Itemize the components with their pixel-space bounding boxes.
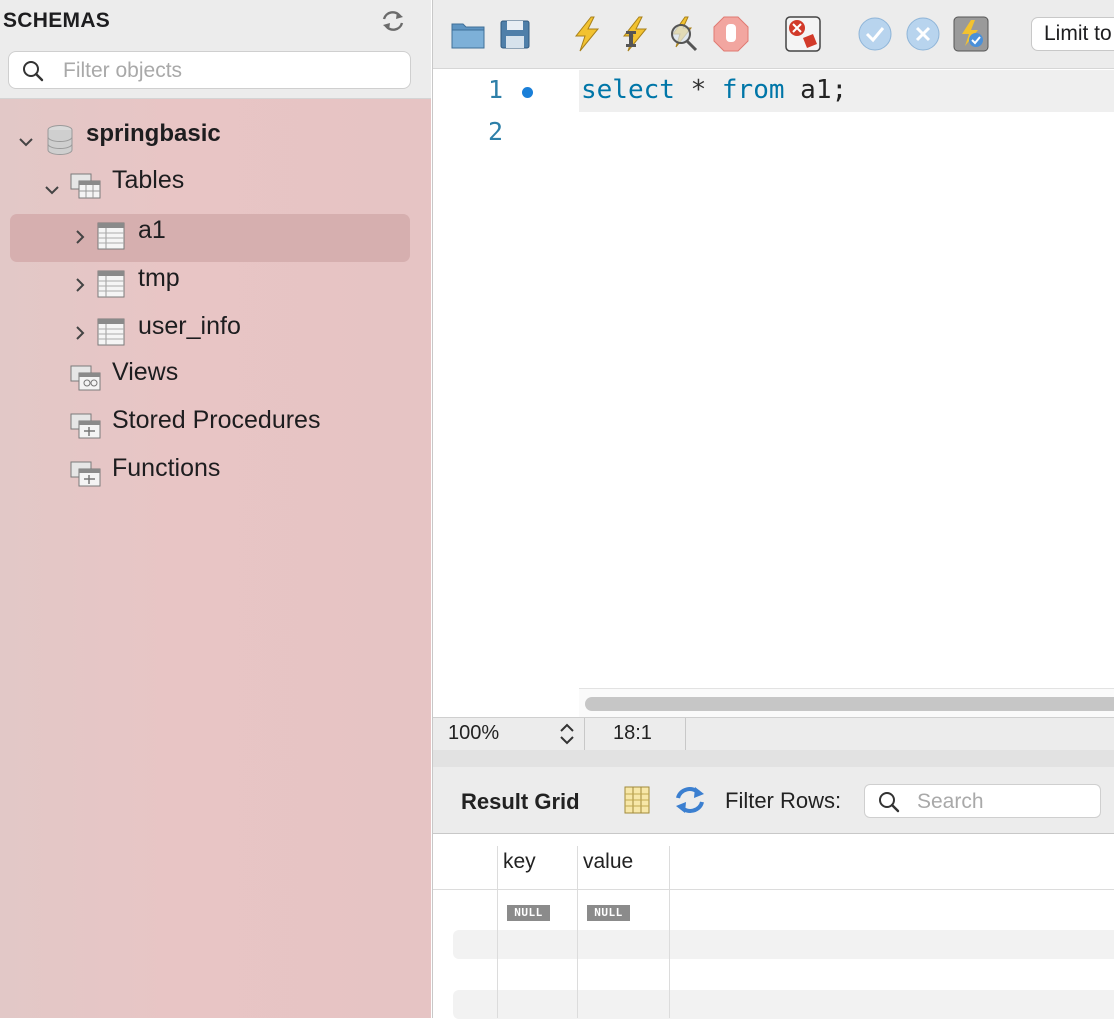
tree-item-functions[interactable]: Functions — [0, 454, 431, 498]
views-label: Views — [112, 358, 179, 386]
column-divider — [669, 846, 670, 890]
line-number: 1 — [488, 75, 504, 104]
chevron-right-icon[interactable] — [74, 277, 86, 293]
filter-objects-input[interactable] — [61, 56, 405, 86]
statement-marker-icon — [522, 87, 533, 98]
autocommit-icon[interactable] — [951, 14, 991, 54]
execute-current-statement-icon[interactable] — [615, 14, 655, 54]
filter-objects-box[interactable] — [8, 51, 411, 89]
cell-key[interactable]: NULL — [507, 905, 550, 921]
functions-folder-icon — [70, 461, 101, 487]
tables-folder-icon — [70, 173, 101, 199]
table-row-stripe — [453, 930, 1114, 959]
sql-keyword: from — [721, 75, 785, 105]
code-line[interactable]: select * from a1; — [581, 75, 847, 105]
search-icon — [23, 61, 44, 82]
sql-identifier: a1; — [800, 75, 848, 105]
sql-keyword: select — [581, 75, 675, 105]
filter-rows-box[interactable] — [864, 784, 1101, 818]
line-number: 2 — [488, 117, 504, 146]
limit-rows-dropdown[interactable]: Limit to — [1031, 17, 1114, 51]
chevron-down-icon[interactable] — [18, 136, 34, 148]
sql-operator: * — [690, 75, 707, 105]
result-toolbar: Result Grid Filter Rows: — [433, 767, 1114, 834]
sidebar-header: SCHEMAS — [0, 0, 431, 99]
schemas-title: SCHEMAS — [3, 9, 111, 32]
search-icon — [879, 792, 900, 813]
sql-editor[interactable]: 1 2 select * from a1; — [433, 69, 1114, 717]
table-icon — [97, 270, 125, 298]
query-toolbar: Limit to — [433, 0, 1114, 69]
table-icon — [97, 222, 125, 250]
tables-label: Tables — [112, 166, 185, 194]
table-item-user-info[interactable]: user_info — [0, 310, 431, 354]
divider — [685, 718, 686, 750]
tree-item-views[interactable]: Views — [0, 358, 431, 402]
schema-row-springbasic[interactable]: springbasic — [0, 118, 431, 162]
rollback-icon[interactable] — [903, 14, 943, 54]
stop-icon[interactable] — [711, 14, 751, 54]
table-name: user_info — [138, 312, 241, 340]
refresh-icon[interactable] — [380, 10, 406, 32]
column-divider — [497, 846, 498, 1018]
schemas-sidebar: SCHEMAS springbasic — [0, 0, 431, 1018]
horizontal-scrollbar[interactable] — [579, 688, 1114, 717]
grid-header: key value — [433, 834, 1114, 890]
chevron-down-icon[interactable] — [44, 184, 60, 196]
column-header-value[interactable]: value — [583, 850, 633, 874]
result-grid: key value NULL NULL — [433, 834, 1114, 1019]
functions-label: Functions — [112, 454, 221, 482]
database-icon — [47, 125, 73, 155]
views-folder-icon — [70, 365, 101, 391]
zoom-level: 100% — [448, 722, 500, 744]
column-divider — [669, 890, 670, 1018]
toggle-stop-on-error-icon[interactable] — [783, 14, 823, 54]
scrollbar-thumb[interactable] — [585, 697, 1114, 711]
procedures-folder-icon — [70, 413, 101, 439]
table-icon — [97, 318, 125, 346]
editor-statusbar: 100% 18:1 — [433, 717, 1114, 751]
cursor-position: 18:1 — [613, 722, 652, 744]
filter-rows-input[interactable] — [915, 788, 1099, 816]
table-name: a1 — [138, 216, 166, 244]
divider — [584, 718, 585, 750]
open-file-icon[interactable] — [449, 14, 489, 54]
schema-name: springbasic — [86, 120, 221, 147]
tree-item-stored-procedures[interactable]: Stored Procedures — [0, 406, 431, 450]
result-grid-tab[interactable]: Result Grid — [461, 789, 580, 815]
chevron-right-icon[interactable] — [74, 325, 86, 341]
zoom-stepper-icon[interactable] — [557, 721, 577, 747]
refresh-icon[interactable] — [673, 785, 707, 815]
column-header-key[interactable]: key — [503, 850, 536, 874]
table-row-stripe — [453, 990, 1114, 1019]
filter-rows-label: Filter Rows: — [725, 788, 842, 813]
query-editor-panel: Limit to 1 2 select * from a1; 100% 18:1… — [432, 0, 1114, 1019]
commit-icon[interactable] — [855, 14, 895, 54]
cell-value[interactable]: NULL — [587, 905, 630, 921]
chevron-right-icon[interactable] — [74, 229, 86, 245]
table-item-a1[interactable]: a1 — [0, 214, 431, 258]
save-icon[interactable] — [495, 14, 535, 54]
table-item-tmp[interactable]: tmp — [0, 262, 431, 306]
tree-item-tables[interactable]: Tables — [0, 166, 431, 210]
panel-splitter[interactable] — [433, 750, 1114, 767]
grid-layout-icon[interactable] — [623, 785, 651, 815]
explain-icon[interactable] — [663, 14, 703, 54]
column-divider — [577, 846, 578, 1018]
line-gutter: 1 2 — [433, 69, 579, 717]
table-name: tmp — [138, 264, 180, 292]
stored-procedures-label: Stored Procedures — [112, 406, 321, 434]
execute-icon[interactable] — [567, 14, 607, 54]
